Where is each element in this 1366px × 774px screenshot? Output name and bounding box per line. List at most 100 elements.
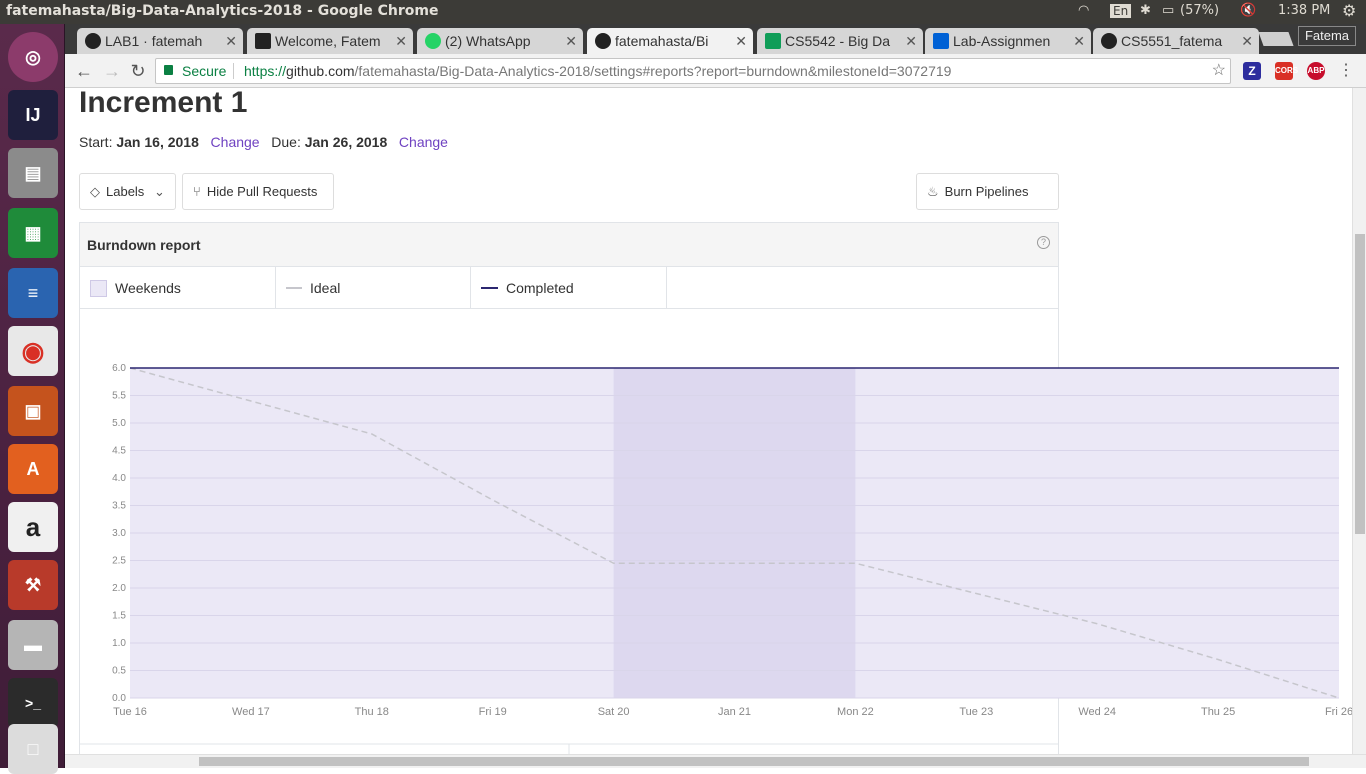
spreadsheet-icon[interactable]: ▦ xyxy=(8,208,58,258)
writer-icon[interactable]: ≡ xyxy=(8,268,58,318)
x-tick-label: Thu 18 xyxy=(355,706,389,718)
x-tick-label: Fri 26 xyxy=(1325,706,1352,718)
x-tick-label: Sat 20 xyxy=(598,706,630,718)
vertical-scrollbar[interactable] xyxy=(1352,88,1366,754)
horizontal-scroll-thumb[interactable] xyxy=(199,757,1309,766)
x-tick-label: Mon 22 xyxy=(837,706,874,718)
amazon-icon[interactable]: a xyxy=(8,502,58,552)
back-arrow-icon[interactable]: ← xyxy=(73,60,95,82)
zotero-extension-icon[interactable]: Z xyxy=(1243,62,1261,80)
y-tick-label: 0.0 xyxy=(112,693,126,704)
box-icon xyxy=(933,33,949,49)
close-tab-icon[interactable]: ✕ xyxy=(395,28,407,54)
burndown-chart: 0.0 0.5 1.0 1.5 2.0 2.5 3.0 3.5 4.0 4.5 5.0 5.5 6.0 T… xyxy=(79,363,1352,754)
github-icon xyxy=(1101,33,1117,49)
close-tab-icon[interactable]: ✕ xyxy=(735,28,747,54)
secure-label: Secure xyxy=(182,63,227,79)
blackboard-icon xyxy=(255,33,271,49)
x-tick-label: Fri 19 xyxy=(479,706,507,718)
intellij-icon[interactable]: IJ xyxy=(8,90,58,140)
bookmark-star-icon[interactable]: ☆ xyxy=(1212,59,1226,83)
y-tick-label: 5.5 xyxy=(112,391,126,402)
adblock-extension-icon[interactable]: ABP xyxy=(1307,62,1325,80)
tab-label: Lab-Assignmen xyxy=(953,33,1051,49)
chrome-menu-icon[interactable]: ⋮ xyxy=(1335,60,1357,82)
x-tick-label: Wed 17 xyxy=(232,706,270,718)
x-tick-label: Tue 16 xyxy=(113,706,147,718)
disk-icon[interactable]: ▬ xyxy=(8,620,58,670)
tab-label: CS5542 - Big Da xyxy=(785,33,891,49)
y-tick-label: 2.0 xyxy=(112,583,126,594)
y-tick-label: 1.5 xyxy=(112,611,126,622)
y-tick-label: 0.5 xyxy=(112,666,126,677)
y-tick-label: 6.0 xyxy=(112,363,126,374)
profile-button[interactable]: Fatema xyxy=(1298,26,1356,46)
lock-icon xyxy=(164,65,173,75)
wifi-icon[interactable]: ◠ xyxy=(1078,3,1089,18)
url-host: github.com xyxy=(286,63,355,79)
ubuntu-dash-icon[interactable]: ◎ xyxy=(8,32,58,82)
url-path: /fatemahasta/Big-Data-Analytics-2018/set… xyxy=(354,63,952,79)
tab-label: (2) WhatsApp xyxy=(445,33,531,49)
y-tick-label: 2.5 xyxy=(112,556,126,567)
battery-percent[interactable]: (57%) xyxy=(1180,3,1219,18)
sheets-icon xyxy=(765,33,781,49)
chrome-icon[interactable]: ◉ xyxy=(8,326,58,376)
file-manager-icon[interactable]: ▤ xyxy=(8,148,58,198)
tab-whatsapp[interactable]: (2) WhatsApp ✕ xyxy=(417,28,583,54)
terminal-icon[interactable]: >_ xyxy=(8,678,58,728)
tab-lab1[interactable]: LAB1 · fatemah ✕ xyxy=(77,28,243,54)
github-icon xyxy=(595,33,611,49)
horizontal-scrollbar[interactable] xyxy=(65,754,1366,768)
forward-arrow-icon[interactable]: → xyxy=(101,60,123,82)
impress-icon[interactable]: ▣ xyxy=(8,386,58,436)
y-tick-label: 1.0 xyxy=(112,638,126,649)
page-content: Increment 1 Start: Jan 16, 2018 Change D… xyxy=(65,88,1352,754)
trash-icon[interactable]: □ xyxy=(8,724,58,774)
y-tick-label: 4.0 xyxy=(112,473,126,484)
y-tick-label: 4.5 xyxy=(112,446,126,457)
tab-label: CS5551_fatema xyxy=(1121,33,1223,49)
y-tick-label: 3.5 xyxy=(112,501,126,512)
system-settings-icon[interactable]: ⚒ xyxy=(8,560,58,610)
vertical-scroll-thumb[interactable] xyxy=(1355,234,1365,534)
tab-strip: LAB1 · fatemah ✕ Welcome, Fatem ✕ (2) Wh… xyxy=(65,24,1366,54)
tab-github-active[interactable]: fatemahasta/Bi ✕ xyxy=(587,28,753,54)
tab-label: fatemahasta/Bi xyxy=(615,33,709,49)
reload-icon[interactable]: ↻ xyxy=(127,60,149,82)
window-title: fatemahasta/Big-Data-Analytics-2018 - Go… xyxy=(6,3,439,19)
settings-gear-icon[interactable]: ⚙ xyxy=(1342,1,1356,20)
address-bar[interactable]: Secure https://github.com/fatemahasta/Bi… xyxy=(155,58,1231,84)
tab-box[interactable]: Lab-Assignmen ✕ xyxy=(925,28,1091,54)
close-tab-icon[interactable]: ✕ xyxy=(1241,28,1253,54)
x-tick-label: Jan 21 xyxy=(718,706,751,718)
system-top-bar: fatemahasta/Big-Data-Analytics-2018 - Go… xyxy=(0,0,1366,24)
x-tick-label: Thu 25 xyxy=(1201,706,1235,718)
url-text: https://github.com/fatemahasta/Big-Data-… xyxy=(244,59,951,83)
tab-blackboard[interactable]: Welcome, Fatem ✕ xyxy=(247,28,413,54)
close-tab-icon[interactable]: ✕ xyxy=(565,28,577,54)
volume-icon[interactable]: 🔇 xyxy=(1240,3,1256,18)
unity-launcher: ◎ IJ ▤ ▦ ≡ ◉ ▣ A a ⚒ ▬ >_ □ xyxy=(0,24,65,774)
tab-label: Welcome, Fatem xyxy=(275,33,381,49)
y-tick-label: 3.0 xyxy=(112,528,126,539)
cors-extension-icon[interactable]: CORS xyxy=(1275,62,1298,80)
language-indicator[interactable]: En xyxy=(1110,4,1132,18)
close-tab-icon[interactable]: ✕ xyxy=(905,28,917,54)
close-tab-icon[interactable]: ✕ xyxy=(1073,28,1085,54)
tab-cs5551[interactable]: CS5551_fatema ✕ xyxy=(1093,28,1259,54)
bluetooth-icon[interactable]: ✱ xyxy=(1140,3,1151,18)
close-tab-icon[interactable]: ✕ xyxy=(225,28,237,54)
url-scheme: https:// xyxy=(244,63,287,79)
x-tick-label: Tue 23 xyxy=(959,706,993,718)
battery-icon[interactable]: ▭ xyxy=(1162,3,1174,18)
x-tick-label: Wed 24 xyxy=(1078,706,1116,718)
clock[interactable]: 1:38 PM xyxy=(1278,3,1330,18)
tab-sheets[interactable]: CS5542 - Big Da ✕ xyxy=(757,28,923,54)
omnibox-separator xyxy=(233,63,234,79)
github-icon xyxy=(85,33,101,49)
y-tick-label: 5.0 xyxy=(112,418,126,429)
new-tab-button[interactable] xyxy=(1258,32,1294,46)
software-center-icon[interactable]: A xyxy=(8,444,58,494)
whatsapp-icon xyxy=(425,33,441,49)
